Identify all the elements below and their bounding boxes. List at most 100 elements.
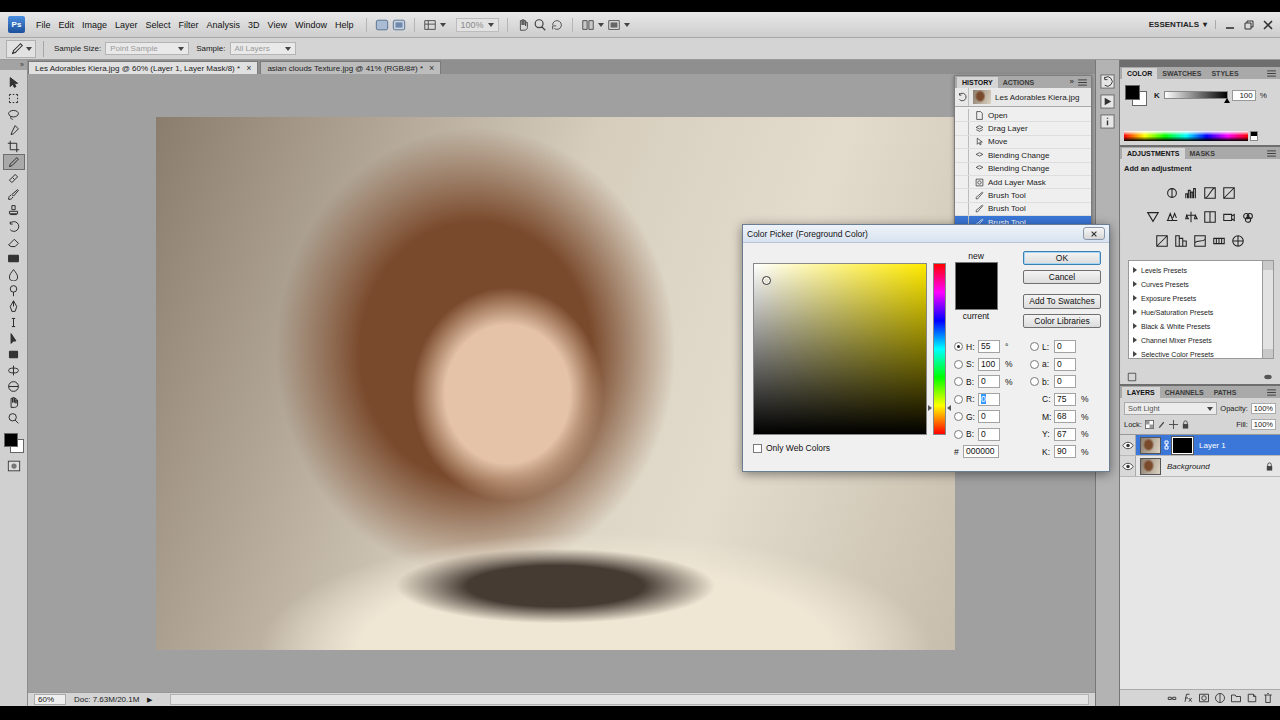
history-panel-icon[interactable] xyxy=(1100,74,1115,89)
tool-button[interactable] xyxy=(3,378,25,394)
black-white-ramp[interactable] xyxy=(1250,131,1258,141)
preset-item[interactable]: Curves Presets xyxy=(1129,277,1262,291)
panel-tab[interactable]: CHANNELS xyxy=(1160,387,1209,398)
history-item[interactable]: Blending Change xyxy=(955,149,1091,162)
panel-tab[interactable]: HISTORY xyxy=(957,77,998,88)
layer-row[interactable]: Background xyxy=(1120,456,1280,477)
panel-tab[interactable]: ACTIONS xyxy=(998,77,1040,88)
color-marker[interactable] xyxy=(762,276,771,285)
history-source-cell[interactable] xyxy=(955,136,969,148)
tool-button[interactable] xyxy=(3,170,25,186)
clip-icon[interactable] xyxy=(1126,371,1138,383)
panel-menu-icon[interactable] xyxy=(1078,79,1087,86)
tool-button[interactable] xyxy=(3,138,25,154)
tool-button[interactable] xyxy=(3,90,25,106)
blend-mode-dropdown[interactable]: Soft Light xyxy=(1124,402,1217,415)
tool-button[interactable] xyxy=(3,410,25,426)
exposure-icon[interactable] xyxy=(1222,186,1236,200)
layer-row[interactable]: Layer 1 xyxy=(1120,435,1280,456)
document-tab[interactable]: asian clouds Texture.jpg @ 41% (RGB/8#) … xyxy=(260,61,441,74)
mini-bridge-icon[interactable] xyxy=(392,18,406,32)
tool-button[interactable] xyxy=(3,186,25,202)
history-item[interactable]: Move xyxy=(955,136,1091,149)
history-source-cell[interactable] xyxy=(955,149,969,161)
arrange-documents-icon[interactable] xyxy=(581,18,595,32)
value-input[interactable]: 0 xyxy=(1054,375,1076,388)
menu-item[interactable]: Image xyxy=(78,18,111,32)
rotate-view-icon[interactable] xyxy=(550,18,564,32)
dialog-close-button[interactable] xyxy=(1083,227,1105,240)
hue-slider-handle[interactable] xyxy=(928,405,951,412)
preset-item[interactable]: Channel Mixer Presets xyxy=(1129,333,1262,347)
panel-tab[interactable]: STYLES xyxy=(1206,68,1243,79)
mask-link-icon[interactable] xyxy=(1163,440,1170,450)
tool-button[interactable] xyxy=(3,154,25,170)
history-item[interactable]: Blending Change xyxy=(955,163,1091,176)
disclosure-triangle-icon[interactable] xyxy=(1133,281,1137,287)
radio-button[interactable] xyxy=(954,412,963,421)
dialog-title-bar[interactable]: Color Picker (Foreground Color) xyxy=(743,225,1109,243)
tab-close-button[interactable]: × xyxy=(429,63,434,73)
minimize-icon[interactable] xyxy=(1224,19,1236,31)
channel-slider[interactable] xyxy=(1164,91,1228,99)
value-input[interactable]: 0 xyxy=(978,410,1000,423)
value-input[interactable]: 55 xyxy=(978,340,1000,353)
disclosure-triangle-icon[interactable] xyxy=(1133,351,1137,357)
link-layers-icon[interactable] xyxy=(1166,692,1178,704)
foreground-color-chip[interactable] xyxy=(1125,85,1140,100)
current-color-swatch[interactable] xyxy=(956,286,997,309)
value-input[interactable]: 67 xyxy=(1054,428,1076,441)
tool-button[interactable] xyxy=(3,234,25,250)
radio-button[interactable] xyxy=(1030,377,1039,386)
history-item[interactable]: Add Layer Mask xyxy=(955,176,1091,189)
preset-item[interactable]: Levels Presets xyxy=(1129,263,1262,277)
tool-button[interactable] xyxy=(3,298,25,314)
color-balance-icon[interactable] xyxy=(1184,210,1198,224)
disclosure-triangle-icon[interactable] xyxy=(1133,295,1137,301)
caret-icon[interactable] xyxy=(624,23,630,27)
panel-tab[interactable]: MASKS xyxy=(1185,148,1220,159)
value-input[interactable]: 0 xyxy=(978,393,1000,406)
tool-button[interactable] xyxy=(3,314,25,330)
history-source-cell[interactable] xyxy=(955,122,969,134)
hex-input[interactable]: 000000 xyxy=(963,445,999,458)
menu-item[interactable]: Filter xyxy=(175,18,203,32)
value-input[interactable]: 75 xyxy=(1054,393,1076,406)
menu-item[interactable]: Help xyxy=(331,18,358,32)
visibility-toggle[interactable] xyxy=(1120,435,1136,455)
workspace-switcher[interactable]: ESSENTIALS▾ xyxy=(1141,20,1216,29)
dialog-button[interactable]: OK xyxy=(1023,251,1101,265)
history-snapshot[interactable]: Les Adorables Kiera.jpg xyxy=(955,88,1091,107)
option-dropdown[interactable]: Point Sample xyxy=(105,42,189,55)
tool-button[interactable] xyxy=(3,218,25,234)
new-adjustment-icon[interactable] xyxy=(1214,692,1226,704)
vibrance-icon[interactable] xyxy=(1146,210,1160,224)
hue-saturation-icon[interactable] xyxy=(1165,210,1179,224)
hand-icon[interactable] xyxy=(516,18,530,32)
radio-button[interactable] xyxy=(1030,360,1039,369)
menu-item[interactable]: View xyxy=(264,18,291,32)
preset-scrollbar[interactable] xyxy=(1263,260,1274,359)
menu-item[interactable]: Analysis xyxy=(203,18,245,32)
preset-item[interactable]: Black & White Presets xyxy=(1129,319,1262,333)
tool-button[interactable] xyxy=(3,346,25,362)
history-source-cell[interactable] xyxy=(955,176,969,188)
radio-button[interactable] xyxy=(954,360,963,369)
tool-button[interactable] xyxy=(3,330,25,346)
horizontal-scrollbar[interactable] xyxy=(170,694,1089,705)
radio-button[interactable] xyxy=(1030,342,1039,351)
zoom-field[interactable]: 60% xyxy=(34,694,66,705)
document-tab[interactable]: Les Adorables Kiera.jpg @ 60% (Layer 1, … xyxy=(28,61,258,74)
preset-item[interactable]: Hue/Saturation Presets xyxy=(1129,305,1262,319)
tool-button[interactable] xyxy=(3,282,25,298)
status-menu-button[interactable]: ▶ xyxy=(147,696,152,704)
history-item[interactable]: Brush Tool xyxy=(955,189,1091,202)
history-source-cell[interactable] xyxy=(955,88,969,106)
new-group-icon[interactable] xyxy=(1230,692,1242,704)
channel-value-field[interactable]: 100 xyxy=(1232,90,1256,101)
saturation-brightness-field[interactable] xyxy=(753,263,927,435)
value-input[interactable]: 90 xyxy=(1054,445,1076,458)
tool-button[interactable] xyxy=(3,106,25,122)
dialog-button[interactable]: Color Libraries xyxy=(1023,314,1101,328)
radio-button[interactable] xyxy=(954,377,963,386)
